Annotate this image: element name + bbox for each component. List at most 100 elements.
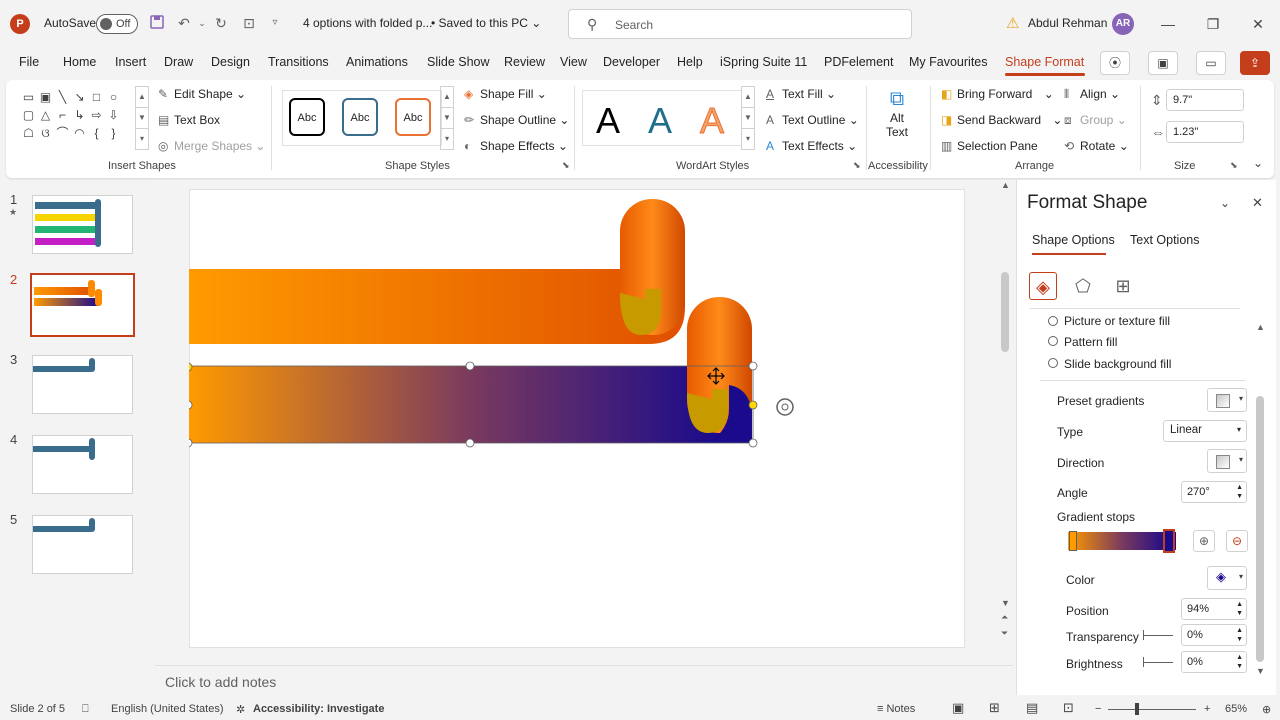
customize-toolbar-icon[interactable]: ▿ [266, 14, 284, 32]
pane-scrollbar-thumb[interactable] [1256, 396, 1264, 662]
effects-pentagon-icon[interactable]: ⬠ [1069, 272, 1097, 300]
transparency-slider[interactable] [1143, 630, 1173, 640]
gradient-stop-handle[interactable] [1069, 531, 1077, 551]
save-icon[interactable] [148, 14, 166, 32]
zoom-slider-thumb[interactable] [1135, 703, 1139, 715]
remove-stop-icon[interactable]: ⊖ [1226, 530, 1248, 552]
scribble-shape-icon[interactable]: ଓ [37, 124, 54, 142]
wordart-style-black[interactable]: A [596, 100, 620, 142]
normal-view-icon[interactable]: ▣ [952, 700, 964, 716]
arc-shape-icon[interactable]: ◠ [71, 124, 88, 142]
warning-icon[interactable]: ⚠ [1006, 14, 1019, 32]
search-box[interactable]: ⚲ Search [568, 9, 912, 39]
bring-forward-button[interactable]: ◧ Bring Forward ⌄ [941, 87, 1054, 101]
tab-developer[interactable]: Developer [603, 55, 660, 69]
tab-shape-format[interactable]: Shape Format [1005, 55, 1084, 69]
brightness-input[interactable]: 0% ▲ ▼ [1181, 651, 1247, 673]
tab-design[interactable]: Design [211, 55, 250, 69]
zoom-out-icon[interactable]: − [1095, 703, 1101, 715]
elbow-connector-icon[interactable]: ⌐ [54, 106, 71, 124]
shape-styles-launcher-icon[interactable]: ⬊ [562, 160, 570, 171]
add-stop-icon[interactable]: ⊕ [1193, 530, 1215, 552]
tab-animations[interactable]: Animations [346, 55, 408, 69]
autosave-toggle[interactable]: Off [96, 14, 138, 34]
shape-style-black[interactable]: Abc [289, 98, 325, 136]
spelling-icon[interactable]: ⎕ [82, 703, 89, 716]
brightness-slider[interactable] [1143, 657, 1173, 667]
tab-pdfelement[interactable]: PDFelement [824, 55, 893, 69]
curve-shape-icon[interactable]: ⌒ [54, 124, 71, 142]
previous-slide-icon[interactable]: ⏶ [1001, 612, 1008, 623]
alt-text-button[interactable]: ⧉ Alt Text [880, 88, 914, 146]
canvas-scroll-up-icon[interactable]: ▲ [1001, 180, 1010, 190]
radio-pattern-fill[interactable] [1048, 336, 1058, 346]
tab-draw[interactable]: Draw [164, 55, 193, 69]
merge-shapes-button[interactable]: ◎ Merge Shapes ⌄ [158, 139, 265, 153]
shape-style-blue[interactable]: Abc [342, 98, 378, 136]
fill-line-icon[interactable]: ◈ [1029, 272, 1057, 300]
slide-thumbnail-1[interactable] [32, 195, 133, 254]
tab-help[interactable]: Help [677, 55, 703, 69]
wordart-launcher-icon[interactable]: ⬊ [853, 160, 861, 171]
accessibility-icon[interactable]: ✲ [236, 703, 245, 716]
canvas-scrollbar-thumb[interactable] [1001, 272, 1009, 352]
brace-shape-icon[interactable]: { [88, 124, 105, 142]
shape-style-orange[interactable]: Abc [395, 98, 431, 136]
pane-scroll-down-icon[interactable]: ▼ [1256, 666, 1265, 676]
tab-view[interactable]: View [560, 55, 587, 69]
arrow-shape-icon[interactable]: ↘ [71, 88, 88, 106]
slide-thumbnail-4[interactable] [32, 435, 133, 494]
language-indicator[interactable]: English (United States) [111, 703, 224, 715]
transparency-input[interactable]: 0% ▲ ▼ [1181, 624, 1247, 646]
present-teams-button[interactable]: ▣ [1148, 51, 1178, 75]
edit-shape-button[interactable]: ✎ Edit Shape ⌄ [158, 87, 246, 101]
align-button[interactable]: ⫴ Align ⌄ [1064, 87, 1120, 102]
zoom-in-icon[interactable]: + [1204, 703, 1210, 715]
comments-button[interactable]: ▭ [1196, 51, 1226, 75]
shape-height-input[interactable]: 9.7" [1166, 89, 1244, 111]
tab-file[interactable]: File [19, 55, 39, 69]
tab-review[interactable]: Review [504, 55, 545, 69]
radio-slide-background-fill[interactable] [1048, 358, 1058, 368]
tab-my-favourites[interactable]: My Favourites [909, 55, 988, 69]
position-input[interactable]: 94% ▲ ▼ [1181, 598, 1247, 620]
rounded-rect-shape-icon[interactable]: ▢ [20, 106, 37, 124]
shape-width-input[interactable]: 1.23" [1166, 121, 1244, 143]
text-fill-button[interactable]: A Text Fill ⌄ [766, 87, 836, 101]
text-box-button[interactable]: ▤ Text Box [158, 113, 220, 127]
gradient-type-select[interactable]: Linear ▾ [1163, 420, 1247, 442]
notes-area[interactable]: Click to add notes [155, 665, 1013, 695]
radio-picture-fill[interactable] [1048, 316, 1058, 326]
text-outline-button[interactable]: A Text Outline ⌄ [766, 113, 859, 127]
tab-transitions[interactable]: Transitions [268, 55, 329, 69]
wordart-style-orange[interactable]: A [699, 100, 724, 142]
tab-text-options[interactable]: Text Options [1130, 233, 1199, 247]
collapse-ribbon-icon[interactable]: ⌄ [1253, 156, 1263, 170]
wordart-scroll[interactable]: ▲ ▼ ▾ [741, 86, 755, 150]
line-shape-icon[interactable]: ╲ [54, 88, 71, 106]
zoom-level[interactable]: 65% [1225, 703, 1247, 715]
record-button[interactable]: ⦿ [1100, 51, 1130, 75]
rotate-button[interactable]: ⟲ Rotate ⌄ [1064, 139, 1129, 153]
slide-thumbnail-3[interactable] [32, 355, 133, 414]
textbox-shape-icon[interactable]: ▣ [37, 88, 54, 106]
pane-scroll-up-icon[interactable]: ▲ [1256, 322, 1265, 332]
pane-close-icon[interactable]: ✕ [1252, 195, 1263, 211]
rectangle-shape-icon[interactable]: ▭ [20, 88, 37, 106]
shape-fill-button[interactable]: ◈ Shape Fill ⌄ [464, 87, 547, 101]
group-button[interactable]: ⧈ Group ⌄ [1064, 113, 1127, 128]
size-properties-icon[interactable]: ⊞ [1109, 272, 1137, 300]
next-slide-icon[interactable]: ⏷ [1001, 628, 1008, 639]
fit-slide-icon[interactable]: ⊕ [1262, 703, 1271, 716]
shape-styles-scroll[interactable]: ▲ ▼ ▾ [440, 86, 454, 150]
tab-slide-show[interactable]: Slide Show [427, 55, 490, 69]
slideshow-view-icon[interactable]: ⊡ [1063, 700, 1074, 716]
undo-dropdown-icon[interactable]: ⌄ [193, 14, 211, 32]
present-icon[interactable]: ⊡ [240, 14, 258, 32]
oval-shape-icon[interactable]: ○ [105, 88, 122, 106]
shapes-gallery-scroll[interactable]: ▲ ▼ ▾ [135, 86, 149, 150]
tab-ispring[interactable]: iSpring Suite 11 [720, 55, 807, 69]
size-launcher-icon[interactable]: ⬊ [1230, 160, 1238, 171]
share-button[interactable]: ⇪ [1240, 51, 1270, 75]
redo-icon[interactable]: ↻ [212, 14, 230, 32]
